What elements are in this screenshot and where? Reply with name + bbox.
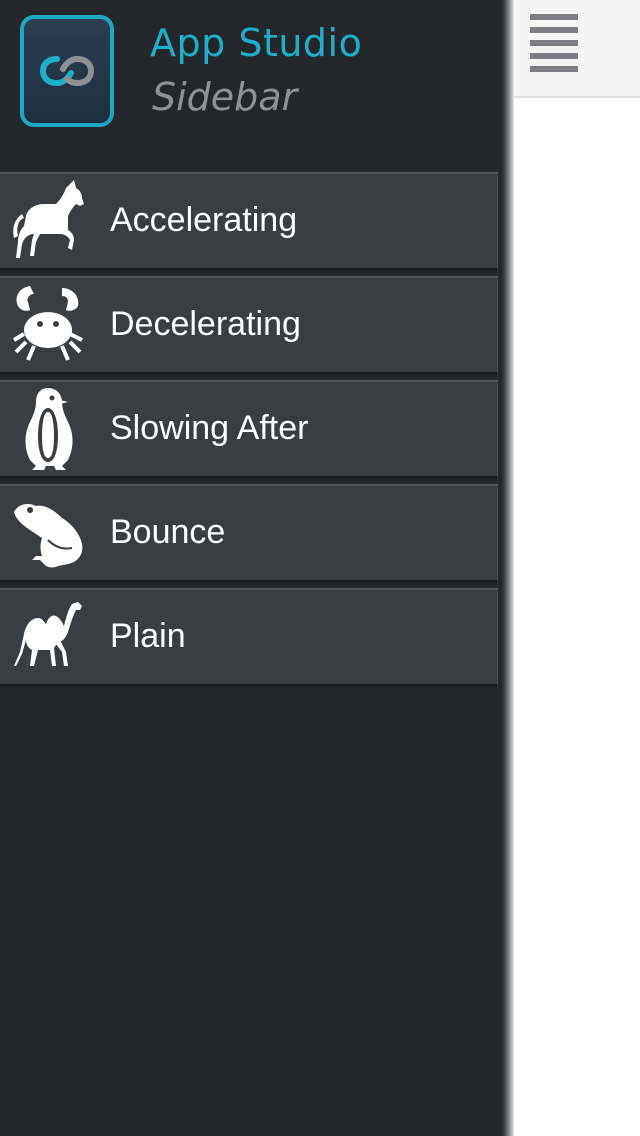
- sidebar-item-label: Decelerating: [110, 305, 301, 343]
- sidebar-item-plain[interactable]: Plain: [0, 588, 498, 686]
- sidebar-item-accelerating[interactable]: Accelerating: [0, 172, 498, 270]
- app-logo: [20, 15, 114, 127]
- camel-icon: [10, 594, 90, 682]
- main-content: [514, 98, 640, 1136]
- main-topbar: [514, 0, 640, 98]
- frog-icon: [10, 490, 90, 578]
- app-title: App Studio: [150, 21, 363, 65]
- sidebar-item-slowing-after[interactable]: Slowing After: [0, 380, 498, 478]
- sidebar-item-bounce[interactable]: Bounce: [0, 484, 498, 582]
- infinity-icon: [39, 55, 95, 87]
- sidebar-item-label: Slowing After: [110, 409, 309, 447]
- sidebar-item-label: Plain: [110, 617, 186, 655]
- hamburger-menu-icon[interactable]: [530, 14, 578, 72]
- sidebar-item-label: Accelerating: [110, 201, 298, 239]
- sidebar: App Studio Sidebar Accelerating Decelera…: [0, 0, 500, 1136]
- sidebar-menu: Accelerating Decelerating Slowing After …: [0, 172, 498, 692]
- app-subtitle: Sidebar: [152, 75, 298, 119]
- sidebar-edge-shadow: [500, 0, 514, 1136]
- sidebar-item-decelerating[interactable]: Decelerating: [0, 276, 498, 374]
- horse-icon: [10, 178, 90, 266]
- crab-icon: [10, 282, 90, 370]
- sidebar-item-label: Bounce: [110, 513, 226, 551]
- penguin-icon: [10, 386, 90, 474]
